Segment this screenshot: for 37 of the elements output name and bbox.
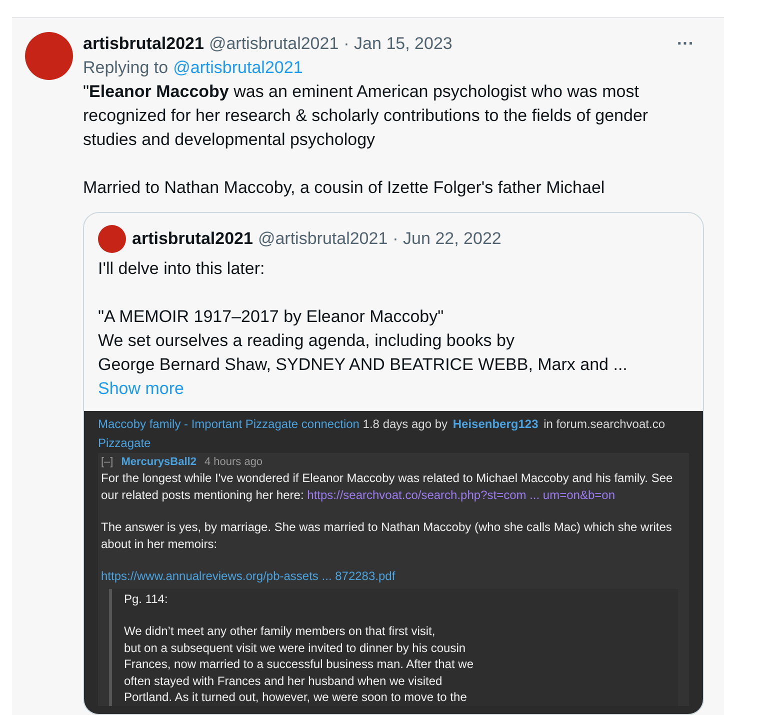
collapse-toggle[interactable]: [–] [101, 454, 114, 470]
category-link[interactable]: Pizzagate [98, 434, 151, 453]
author-handle: @artisbrutal2021 [258, 228, 388, 250]
search-link[interactable]: https://searchvoat.co/search.php?st=com ... um=on&b=on [307, 488, 615, 502]
excerpt-line: but on a subsequent visit we were invited to dinner by his cousin [124, 640, 467, 656]
author-name: artisbrutal2021 [132, 228, 253, 250]
forum-name: in forum.searchvoat.co [544, 417, 665, 431]
author-handle[interactable]: @artisbrutal2021 [208, 32, 339, 56]
comment-text: For the longest while I've wondered if Eleanor Maccoby was related to Michael Maccoby and his family. See our related posts mentioning her here: https://searchvoat.co/search.php?st=com ... um=on&b=on [101, 470, 674, 503]
quote-card[interactable] [83, 212, 704, 715]
excerpt-line: Portland. As it turned out, however, we were soon to move to the [124, 689, 468, 706]
tweet-text: "Eleanor Maccoby was an eminent American psychologist who was most recognized for her research & scholarly contributions to the fields of gender studies and developmental psychology [83, 81, 650, 151]
quote-text: I'll delve into this later: [98, 258, 266, 280]
excerpt-line: We didn’t meet any other family members on that first visit, [124, 623, 436, 640]
tweet-date[interactable]: · Jan 15, 2023 [344, 32, 452, 56]
quote-text: George Bernard Shaw, SYDNEY AND BEATRICE WEBB, Marx and ... [98, 354, 628, 376]
quote-text: "A MEMOIR 1917–2017 by Eleanor Maccoby" [98, 306, 445, 328]
comment-time: 4 hours ago [204, 455, 263, 470]
excerpt-line: often stayed with Frances and her husband when we visited [124, 672, 444, 689]
replying-label: Replying to [83, 57, 168, 79]
comment-text: The answer is yes, by marriage. She was married to Nathan Maccoby (who she calls Mac) which she writes about in her memoirs: [101, 519, 673, 552]
excerpt-line: Frances, now married to a successful business man. After that we [124, 656, 474, 672]
excerpt-heading: Pg. 114: [124, 590, 169, 607]
poster-link[interactable]: Heisenberg123 [452, 417, 538, 431]
post-title-link[interactable]: Maccoby family - Important Pizzagate connection [98, 417, 360, 431]
post-meta: 1.8 days ago by [362, 417, 448, 431]
show-more-link[interactable]: Show more [98, 377, 184, 401]
pdf-link[interactable]: https://www.annualreviews.org/pb-assets ... 872283.pdf [101, 568, 396, 584]
comment-user[interactable]: MercurysBall2 [121, 454, 196, 470]
tweet-date: · Jun 22, 2022 [392, 228, 502, 250]
quote-text: We set ourselves a reading agenda, including books by [98, 330, 516, 352]
tweet-text: Married to Nathan Maccoby, a cousin of Izette Folger's father Michael [83, 177, 606, 199]
author-name[interactable]: artisbrutal2021 [83, 32, 204, 56]
avatar [98, 225, 126, 253]
avatar[interactable] [25, 32, 73, 80]
reply-handle-link[interactable]: @artisbrutal2021 [173, 56, 303, 80]
more-button[interactable]: ··· [677, 32, 694, 56]
